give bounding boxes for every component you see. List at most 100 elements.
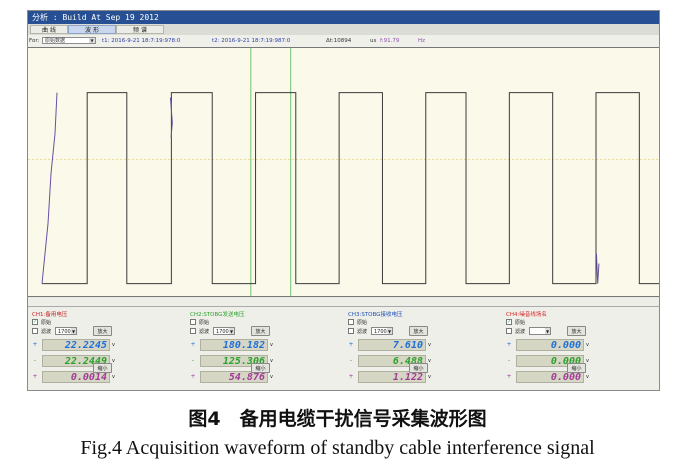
cursor-toolbar: For: 原始数据 ▼ t1: 2016-9-21 18:7:19:978:0 … bbox=[28, 35, 659, 47]
filter-select[interactable]: ▼ bbox=[529, 327, 551, 335]
raw-checkbox[interactable] bbox=[190, 319, 196, 325]
readout-unit: v bbox=[428, 374, 431, 380]
raw-label: 原始 bbox=[515, 320, 526, 326]
max-readout: + 22.2245 v bbox=[32, 339, 118, 351]
chevron-down-icon: ▼ bbox=[545, 328, 550, 334]
readout-unit: v bbox=[270, 374, 273, 380]
filter-checkbox[interactable] bbox=[190, 328, 196, 334]
filter-label: 滤波 bbox=[515, 329, 526, 335]
horizontal-scrollbar[interactable] bbox=[28, 298, 659, 307]
readout-unit: v bbox=[586, 358, 589, 364]
filter-select[interactable]: 1700 ▼ bbox=[371, 327, 393, 335]
readout-sign: + bbox=[348, 373, 354, 380]
readout-sign: - bbox=[349, 357, 353, 364]
noise-edge bbox=[41, 92, 58, 284]
raw-label: 原始 bbox=[41, 320, 52, 326]
channel-3: CH3:STOBG接收电压 原始 滤波 1700 ▼ 放大 + 7.610 v … bbox=[344, 307, 494, 390]
noise-spike bbox=[595, 253, 600, 284]
filter-label: 滤波 bbox=[357, 329, 368, 335]
filter-value: 1700 bbox=[374, 329, 387, 335]
readout-sign: - bbox=[33, 357, 37, 364]
channel-4: CH4:噪音线场名 ✓ 原始 滤波 ▼ 放大 + 0.000 v - 0.000… bbox=[502, 307, 652, 390]
channel-1: CH1:备用电压 ✓ 原始 滤波 1700 ▼ 放大 + 22.2245 v -… bbox=[28, 307, 178, 390]
readout-sign: + bbox=[348, 341, 354, 348]
readout-unit: v bbox=[428, 342, 431, 348]
chevron-down-icon: ▼ bbox=[387, 328, 392, 334]
for-label: For: bbox=[29, 38, 40, 44]
frequency: f:91.79 bbox=[380, 38, 400, 44]
waveform-trace bbox=[42, 92, 659, 285]
cursor-t2: t2: 2016-9-21 18:7:19:987:0 bbox=[212, 38, 291, 44]
frequency-unit: Hz bbox=[418, 38, 426, 44]
chevron-down-icon: ▼ bbox=[229, 328, 234, 334]
filter-select[interactable]: 1700 ▼ bbox=[213, 327, 235, 335]
data-source-select[interactable]: 原始数据 ▼ bbox=[42, 37, 96, 44]
channel-title: CH1:备用电压 bbox=[32, 312, 68, 318]
zoom-in-button[interactable]: 放大 bbox=[93, 326, 112, 336]
zoom-in-button[interactable]: 放大 bbox=[567, 326, 586, 336]
readout-unit: v bbox=[586, 342, 589, 348]
waveform-svg bbox=[28, 48, 659, 296]
readout-sign: - bbox=[191, 357, 195, 364]
filter-value: 1700 bbox=[58, 329, 71, 335]
filter-value: 1700 bbox=[216, 329, 229, 335]
readout-value: 180.182 bbox=[200, 339, 268, 351]
raw-label: 原始 bbox=[199, 320, 210, 326]
readout-unit: v bbox=[428, 358, 431, 364]
channel-title: CH2:STOBG发送电压 bbox=[190, 312, 245, 318]
readout-unit: v bbox=[112, 342, 115, 348]
channel-title: CH3:STOBG接收电压 bbox=[348, 312, 403, 318]
channel-title: CH4:噪音线场名 bbox=[506, 312, 547, 318]
tab-waveform[interactable]: 波 形 bbox=[68, 25, 116, 34]
chevron-down-icon: ▼ bbox=[71, 328, 76, 334]
chevron-down-icon: ▼ bbox=[89, 38, 95, 43]
readout-sign: + bbox=[32, 373, 38, 380]
readout-unit: v bbox=[586, 374, 589, 380]
readout-value: 22.2245 bbox=[42, 339, 110, 351]
window-title: 分析 : Build At Sep 19 2012 bbox=[28, 11, 659, 24]
readout-unit: v bbox=[270, 358, 273, 364]
zoom-out-button[interactable]: 缩小 bbox=[409, 363, 428, 373]
readout-sign: - bbox=[507, 357, 511, 364]
readout-value: 7.610 bbox=[358, 339, 426, 351]
filter-checkbox[interactable] bbox=[32, 328, 38, 334]
readout-unit: v bbox=[270, 342, 273, 348]
figure-caption-english: Fig.4 Acquisition waveform of standby ca… bbox=[80, 437, 595, 459]
waveform-plot[interactable] bbox=[28, 47, 659, 297]
zoom-out-button[interactable]: 缩小 bbox=[93, 363, 112, 373]
zoom-out-button[interactable]: 缩小 bbox=[251, 363, 270, 373]
tab-spectrum[interactable]: 频 谱 bbox=[116, 25, 164, 34]
max-readout: + 0.000 v bbox=[506, 339, 592, 351]
readout-unit: v bbox=[112, 358, 115, 364]
filter-checkbox[interactable] bbox=[506, 328, 512, 334]
readout-sign: + bbox=[190, 341, 196, 348]
max-readout: + 180.182 v bbox=[190, 339, 276, 351]
readout-sign: + bbox=[506, 373, 512, 380]
max-readout: + 7.610 v bbox=[348, 339, 434, 351]
readout-unit: v bbox=[112, 374, 115, 380]
zoom-out-button[interactable]: 缩小 bbox=[567, 363, 586, 373]
raw-checkbox[interactable]: ✓ bbox=[506, 319, 512, 325]
delta-time: Δt:10894 bbox=[326, 38, 352, 44]
raw-label: 原始 bbox=[357, 320, 368, 326]
readout-value: 0.000 bbox=[516, 339, 584, 351]
data-source-value: 原始数据 bbox=[45, 38, 66, 44]
readout-sign: + bbox=[32, 341, 38, 348]
filter-label: 滤波 bbox=[199, 329, 210, 335]
figure-caption-chinese: 图4 备用电缆干扰信号采集波形图 bbox=[188, 408, 487, 430]
filter-select[interactable]: 1700 ▼ bbox=[55, 327, 77, 335]
zoom-in-button[interactable]: 放大 bbox=[251, 326, 270, 336]
tab-curve[interactable]: 曲 线 bbox=[30, 25, 68, 34]
readout-sign: + bbox=[190, 373, 196, 380]
cursor-t1: t1: 2016-9-21 18:7:19:978:0 bbox=[102, 38, 181, 44]
channel-panel: CH1:备用电压 ✓ 原始 滤波 1700 ▼ 放大 + 22.2245 v -… bbox=[28, 307, 659, 390]
channel-2: CH2:STOBG发送电压 原始 滤波 1700 ▼ 放大 + 180.182 … bbox=[186, 307, 336, 390]
filter-label: 滤波 bbox=[41, 329, 52, 335]
raw-checkbox[interactable] bbox=[348, 319, 354, 325]
readout-sign: + bbox=[506, 341, 512, 348]
zoom-in-button[interactable]: 放大 bbox=[409, 326, 428, 336]
analysis-window: 分析 : Build At Sep 19 2012 曲 线 波 形 频 谱 Fo… bbox=[27, 10, 660, 391]
raw-checkbox[interactable]: ✓ bbox=[32, 319, 38, 325]
filter-checkbox[interactable] bbox=[348, 328, 354, 334]
delta-time-unit: us bbox=[370, 38, 377, 44]
